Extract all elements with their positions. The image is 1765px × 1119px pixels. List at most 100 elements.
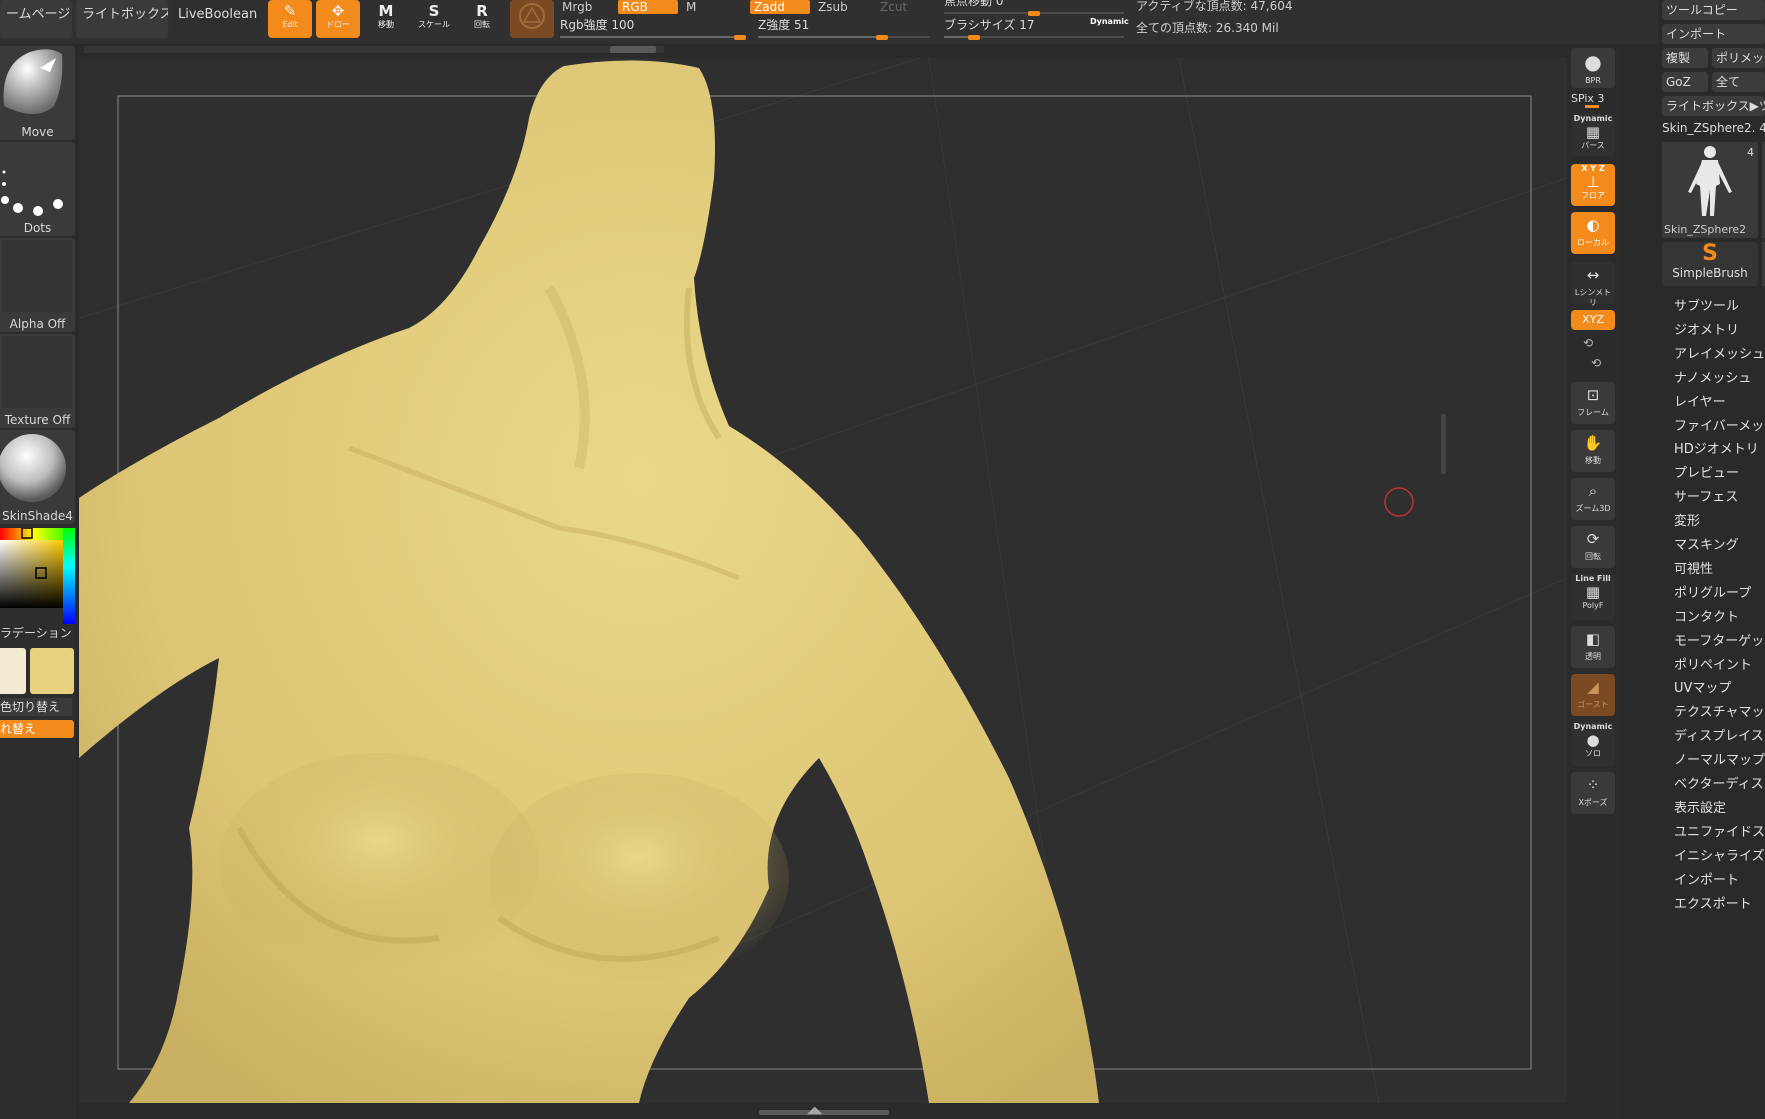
alternate-button[interactable]: れ替え — [0, 720, 74, 738]
lsym-button[interactable]: ↔ Lシンメトリ — [1571, 262, 1615, 307]
material-slot[interactable]: SkinShade4 — [0, 430, 75, 524]
perspective-button[interactable]: Dynamic ▦ パース — [1571, 114, 1615, 156]
color-picker[interactable] — [0, 527, 75, 624]
tool-menu-item[interactable]: マスキング — [1674, 535, 1765, 557]
zoom-icon: ⌕ — [1588, 482, 1598, 500]
y-rotate-icon[interactable]: ⟲ — [1583, 336, 1593, 350]
goz-button[interactable]: GoZ — [1662, 72, 1708, 92]
tool-menu-item[interactable]: レイヤー — [1674, 392, 1765, 414]
active-points-readout: アクティブな頂点数: 47,604 — [1136, 0, 1293, 13]
xyz-rotate-button[interactable]: XYZ — [1571, 310, 1615, 330]
polyframe-button[interactable]: Line Fill ▦ PolyF — [1571, 574, 1615, 620]
tool-menu-item[interactable]: インポート — [1674, 870, 1765, 892]
tool-menu-item[interactable]: ノーマルマップ — [1674, 750, 1765, 772]
gradient-toggle[interactable]: ラデーション — [0, 624, 75, 642]
tool-menu-item[interactable]: モーフターゲット — [1674, 631, 1765, 653]
tool-menu-item[interactable]: コンタクト — [1674, 607, 1765, 629]
liveboolean-button[interactable]: LiveBoolean — [172, 0, 262, 38]
tool-menu-item[interactable]: ファイバーメッシュ — [1674, 416, 1765, 438]
floor-axes-label: X Y Z — [1581, 164, 1605, 173]
alpha-slot[interactable]: Alpha Off — [0, 238, 75, 332]
scale-button[interactable]: S スケール — [412, 0, 456, 38]
ghost-label: ゴースト — [1577, 700, 1609, 709]
dynamic-size-toggle[interactable]: Dynamic — [1090, 17, 1129, 26]
brush-slot[interactable]: Move — [0, 46, 75, 140]
ghost-icon: ◢ — [1587, 678, 1599, 696]
switch-color-button[interactable]: 色切り替え — [0, 698, 72, 716]
move-button[interactable]: M 移動 — [364, 0, 408, 38]
import-tool-button[interactable]: インポート — [1662, 24, 1765, 44]
lightbox-button[interactable]: ライトボックス — [76, 0, 168, 38]
edit-button[interactable]: ✎ Edit — [268, 0, 312, 38]
tool-menu-item[interactable]: サーフェス — [1674, 487, 1765, 509]
zcut-toggle[interactable]: Zcut — [876, 0, 932, 14]
tool-menu-item[interactable]: ディスプレイスメント — [1674, 726, 1765, 748]
zsub-toggle[interactable]: Zsub — [814, 0, 874, 14]
pan-button[interactable]: ✋ 移動 — [1571, 430, 1615, 472]
local-button[interactable]: ◐ ローカル — [1571, 212, 1615, 254]
top-scroll-thumb[interactable] — [610, 46, 656, 53]
goz-all-button[interactable]: 全て — [1712, 72, 1765, 92]
current-tool-thumbnail[interactable]: 4 Skin_ZSphere2 — [1662, 142, 1758, 238]
perspective-label: パース — [1581, 141, 1605, 150]
floor-button[interactable]: X Y Z ⊥ フロア — [1571, 164, 1615, 206]
focal-shift-slider[interactable]: 焦点移動 0 — [944, 0, 1124, 18]
zoom3d-button[interactable]: ⌕ ズーム3D — [1571, 478, 1615, 520]
rgb-intensity-slider[interactable]: Rgb強度 100 — [560, 18, 746, 42]
make-polymesh-button[interactable]: ポリメッシュ — [1712, 48, 1765, 68]
bottom-scroll-handle[interactable] — [759, 1110, 889, 1115]
tool-menu-item[interactable]: ユニファイドスキン — [1674, 822, 1765, 844]
tool-menu-item[interactable]: ジオメトリ — [1674, 320, 1765, 342]
floor-label: フロア — [1581, 191, 1605, 200]
tool-menu-item[interactable]: ベクターディスプレ — [1674, 774, 1765, 796]
lightbox-tools-button[interactable]: ライトボックス▶ツー — [1662, 96, 1765, 116]
xpose-button[interactable]: ⁘ Xポーズ — [1571, 772, 1615, 814]
clone-button[interactable]: 複製 — [1662, 48, 1708, 68]
tool-menu-item[interactable]: イニシャライズ — [1674, 846, 1765, 868]
spix-slider[interactable]: SPix 3 — [1571, 92, 1617, 108]
tool-menu-item[interactable]: プレビュー — [1674, 463, 1765, 485]
tool-menu-item[interactable]: アレイメッシュ — [1674, 344, 1765, 366]
main-color-swatch[interactable] — [30, 648, 74, 694]
copy-tool-button[interactable]: ツールコピー — [1662, 0, 1765, 20]
bottom-expand-icon[interactable]: ◢◣ — [807, 1105, 822, 1116]
tool-menu-item[interactable]: テクスチャマップ — [1674, 702, 1765, 724]
z-rotate-icon[interactable]: ⟲ — [1591, 356, 1601, 370]
tool-menu-item[interactable]: UVマップ — [1674, 678, 1765, 700]
canvas-viewport[interactable] — [79, 58, 1567, 1103]
draw-icon: ✥ — [331, 2, 345, 20]
material-sphere-button[interactable] — [510, 0, 554, 38]
rotate-button[interactable]: R 回転 — [460, 0, 504, 38]
tool-menu-item[interactable]: 表示設定 — [1674, 798, 1765, 820]
home-page-button[interactable]: ームページ — [0, 0, 72, 38]
rotate-view-button[interactable]: ⟳ 回転 — [1571, 526, 1615, 568]
transparent-button[interactable]: ◧ 透明 — [1571, 626, 1615, 668]
tool-menu-item[interactable]: HDジオメトリ — [1674, 439, 1765, 461]
draw-button[interactable]: ✥ ドロー — [316, 0, 360, 38]
m-toggle[interactable]: M — [682, 0, 746, 14]
bpr-button[interactable]: ● BPR — [1571, 48, 1615, 88]
solo-button[interactable]: Dynamic ● ソロ — [1571, 722, 1615, 766]
tool-menu-item[interactable]: ナノメッシュ — [1674, 368, 1765, 390]
viewport-scroll-handle[interactable] — [1441, 414, 1446, 474]
rotate-view-label: 回転 — [1585, 552, 1601, 561]
ghost-button[interactable]: ◢ ゴースト — [1571, 674, 1615, 716]
stroke-slot[interactable]: Dots — [0, 142, 75, 236]
z-intensity-slider[interactable]: Z強度 51 — [758, 18, 930, 42]
secondary-color-swatch[interactable] — [0, 648, 26, 694]
alpha-preview — [2, 240, 72, 312]
tool-menu-item[interactable]: エクスポート — [1674, 894, 1765, 916]
tool-menu-item[interactable]: 可視性 — [1674, 559, 1765, 581]
tool-menu-item[interactable]: ポリグループ — [1674, 583, 1765, 605]
top-scroll-track[interactable] — [84, 46, 664, 53]
simplebrush-thumbnail[interactable]: S SimpleBrush — [1662, 242, 1758, 286]
texture-slot[interactable]: Texture Off — [0, 334, 75, 428]
solo-label: ソロ — [1585, 749, 1601, 758]
zadd-toggle[interactable]: Zadd — [750, 0, 810, 14]
mrgb-toggle[interactable]: Mrgb — [558, 0, 614, 14]
tool-menu-item[interactable]: 変形 — [1674, 511, 1765, 533]
frame-button[interactable]: ⊡ フレーム — [1571, 382, 1615, 424]
tool-menu-item[interactable]: ポリペイント — [1674, 655, 1765, 677]
tool-menu-item[interactable]: サブツール — [1674, 296, 1765, 318]
rgb-toggle[interactable]: RGB — [618, 0, 678, 14]
